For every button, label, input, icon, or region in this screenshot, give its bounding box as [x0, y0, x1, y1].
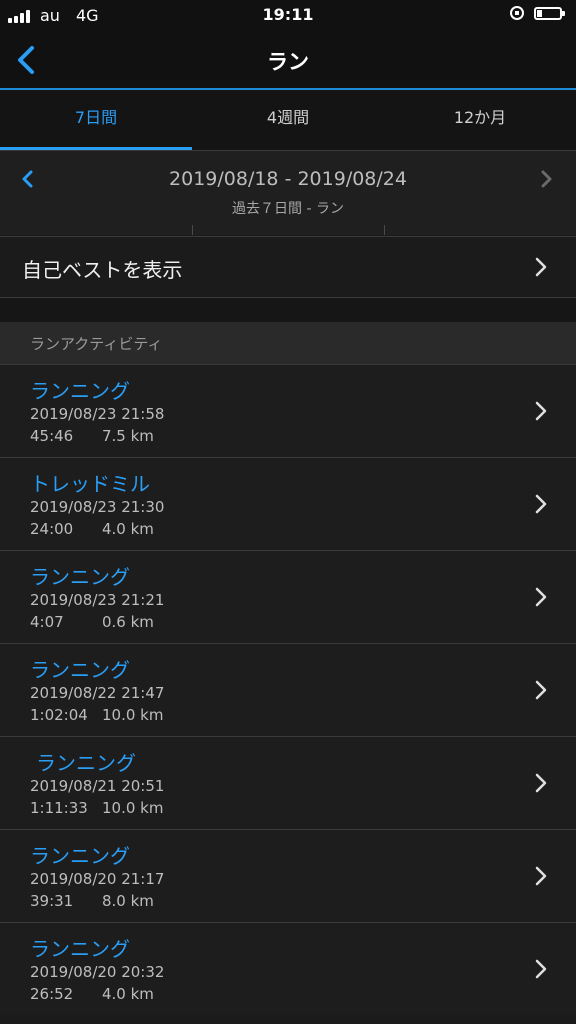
- activity-name: ランニング: [30, 937, 130, 961]
- activity-stats: 26:52 4.0 km: [30, 985, 154, 1003]
- activity-name: ランニング: [30, 379, 130, 403]
- date-range-subtitle: 過去７日間 - ラン: [232, 201, 344, 217]
- next-period-button[interactable]: [534, 167, 558, 191]
- activity-row[interactable]: ランニング 2019/08/23 21:21 4:07 0.6 km: [0, 550, 576, 643]
- tab-7-days[interactable]: 7日間: [0, 90, 192, 150]
- personal-best-row[interactable]: 自己ベストを表示: [0, 236, 576, 298]
- activity-name: ランニング: [30, 844, 130, 868]
- chevron-right-icon: [535, 587, 547, 607]
- activity-datetime: 2019/08/20 21:17: [30, 870, 165, 888]
- activity-duration: 45:46: [30, 427, 74, 445]
- activity-stats: 39:31 8.0 km: [30, 892, 154, 910]
- activity-stats: 1:11:33 10.0 km: [30, 799, 163, 817]
- activity-row[interactable]: ランニング 2019/08/20 21:17 39:31 8.0 km: [0, 829, 576, 922]
- activity-name: ランニング: [30, 658, 130, 682]
- activity-duration: 26:52: [30, 985, 74, 1003]
- activity-duration: 39:31: [30, 892, 74, 910]
- activity-datetime: 2019/08/23 21:58: [30, 405, 165, 423]
- battery-icon: [534, 6, 565, 20]
- activity-list: ランニング 2019/08/23 21:58 45:46 7.5 km トレッド…: [0, 364, 576, 1015]
- activity-name: ランニング: [30, 565, 130, 589]
- divider-tick: [192, 225, 193, 235]
- activity-distance: 0.6 km: [102, 613, 154, 631]
- chevron-right-icon: [535, 959, 547, 979]
- activity-row[interactable]: ランニング 2019/08/20 20:32 26:52 4.0 km: [0, 922, 576, 1015]
- activity-row[interactable]: ランニング 2019/08/22 21:47 1:02:04 10.0 km: [0, 643, 576, 736]
- activity-duration: 4:07: [30, 613, 64, 631]
- activity-datetime: 2019/08/21 20:51: [30, 777, 165, 795]
- activity-duration: 1:02:04: [30, 706, 88, 724]
- activity-datetime: 2019/08/22 21:47: [30, 684, 165, 702]
- activity-distance: 7.5 km: [102, 427, 154, 445]
- page-title: ラン: [267, 50, 309, 74]
- activity-datetime: 2019/08/23 21:21: [30, 591, 165, 609]
- activity-distance: 10.0 km: [102, 706, 164, 724]
- chevron-right-icon: [535, 680, 547, 700]
- activity-duration: 24:00: [30, 520, 74, 538]
- orientation-lock-icon: [510, 6, 524, 20]
- activity-name: ランニング: [36, 751, 136, 775]
- activity-stats: 45:46 7.5 km: [30, 427, 154, 445]
- chevron-right-icon: [541, 170, 552, 188]
- chevron-right-icon: [535, 773, 547, 793]
- activity-distance: 4.0 km: [102, 520, 154, 538]
- status-time: 19:11: [262, 5, 314, 24]
- activity-row[interactable]: ランニング 2019/08/21 20:51 1:11:33 10.0 km: [0, 736, 576, 829]
- section-header-label: ランアクティビティ: [30, 335, 163, 353]
- personal-best-label: 自己ベストを表示: [22, 258, 183, 282]
- activity-distance: 8.0 km: [102, 892, 154, 910]
- section-header: ランアクティビティ: [0, 322, 576, 364]
- activity-duration: 1:11:33: [30, 799, 88, 817]
- activity-stats: 24:00 4.0 km: [30, 520, 154, 538]
- activity-distance: 10.0 km: [102, 799, 164, 817]
- divider-tick: [384, 225, 385, 235]
- status-bar: au 4G 19:11: [0, 0, 576, 32]
- activity-distance: 4.0 km: [102, 985, 154, 1003]
- status-right: [510, 6, 565, 20]
- chevron-right-icon: [535, 494, 547, 514]
- tab-4-weeks[interactable]: 4週間: [192, 90, 384, 150]
- activity-row[interactable]: トレッドミル 2019/08/23 21:30 24:00 4.0 km: [0, 457, 576, 550]
- activity-stats: 1:02:04 10.0 km: [30, 706, 163, 724]
- chevron-right-icon: [535, 401, 547, 421]
- activity-row[interactable]: ランニング 2019/08/23 21:58 45:46 7.5 km: [0, 364, 576, 457]
- navigation-bar: ラン: [0, 32, 576, 88]
- section-spacer: [0, 298, 576, 322]
- date-range-section: 2019/08/18 - 2019/08/24 過去７日間 - ラン: [0, 151, 576, 235]
- chevron-right-icon: [535, 257, 547, 277]
- date-range: 2019/08/18 - 2019/08/24: [169, 168, 407, 190]
- tab-12-months[interactable]: 12か月: [384, 90, 576, 150]
- activity-stats: 4:07 0.6 km: [30, 613, 154, 631]
- activity-datetime: 2019/08/20 20:32: [30, 963, 165, 981]
- period-tabs: 7日間 4週間 12か月: [0, 90, 576, 150]
- chevron-right-icon: [535, 866, 547, 886]
- activity-datetime: 2019/08/23 21:30: [30, 498, 165, 516]
- activity-name: トレッドミル: [30, 472, 150, 496]
